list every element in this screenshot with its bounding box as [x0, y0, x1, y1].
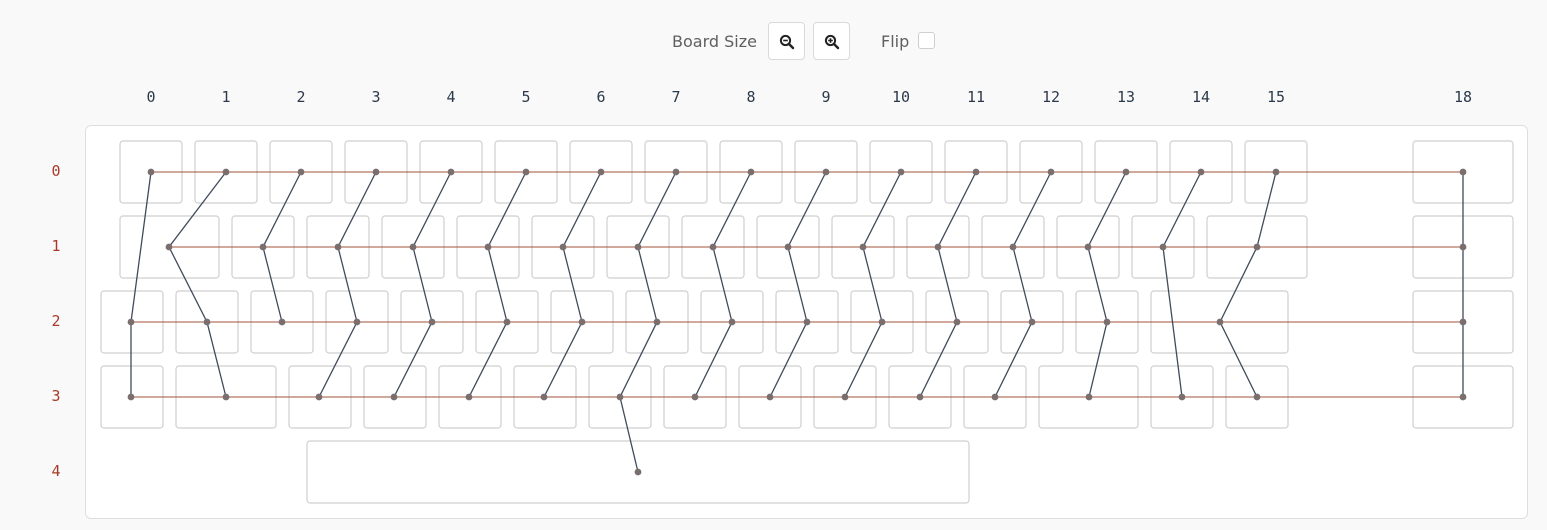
column-wire	[919, 171, 977, 398]
matrix-node	[559, 243, 567, 251]
matrix-node	[634, 468, 642, 476]
matrix-node	[728, 318, 736, 326]
matrix-node	[747, 168, 755, 176]
matrix-node	[540, 393, 548, 401]
column-wire	[1219, 171, 1277, 398]
matrix-node	[859, 243, 867, 251]
matrix-node	[784, 243, 792, 251]
column-wire	[468, 171, 527, 398]
matrix-node	[484, 243, 492, 251]
column-wire	[769, 171, 827, 398]
matrix-node	[1459, 243, 1467, 251]
matrix-node	[803, 318, 811, 326]
matrix-node	[297, 168, 305, 176]
matrix-node	[353, 318, 361, 326]
column-wire	[318, 171, 377, 398]
matrix-node	[953, 318, 961, 326]
matrix-node	[203, 318, 211, 326]
matrix-node	[503, 318, 511, 326]
column-wire	[1087, 171, 1127, 398]
matrix-node	[1103, 318, 1111, 326]
matrix-node	[465, 393, 473, 401]
column-wire	[1162, 171, 1202, 398]
matrix-node	[1159, 243, 1167, 251]
matrix-node	[1085, 393, 1093, 401]
matrix-node	[653, 318, 661, 326]
matrix-node	[147, 168, 155, 176]
matrix-node	[522, 168, 530, 176]
matrix-node	[1459, 318, 1467, 326]
matrix-node	[991, 393, 999, 401]
matrix-node	[1178, 393, 1186, 401]
matrix-node	[616, 393, 624, 401]
column-wire	[844, 171, 902, 398]
column-wire	[543, 171, 602, 398]
matrix-node	[390, 393, 398, 401]
matrix-node	[127, 318, 135, 326]
matrix-node	[691, 393, 699, 401]
column-wire	[994, 171, 1052, 398]
matrix-node	[428, 318, 436, 326]
column-wire	[694, 171, 752, 398]
matrix-node	[634, 243, 642, 251]
matrix-node	[597, 168, 605, 176]
matrix-node	[1272, 168, 1280, 176]
matrix-node	[878, 318, 886, 326]
matrix-diagram	[100, 140, 1514, 504]
matrix-node	[447, 168, 455, 176]
matrix-node	[409, 243, 417, 251]
matrix-node	[672, 168, 680, 176]
column-wire	[168, 171, 227, 398]
matrix-node	[165, 243, 173, 251]
matrix-node	[1084, 243, 1092, 251]
matrix-node	[334, 243, 342, 251]
matrix-node	[916, 393, 924, 401]
matrix-node	[222, 393, 230, 401]
matrix-node	[127, 393, 135, 401]
matrix-node	[222, 168, 230, 176]
matrix-node	[1216, 318, 1224, 326]
matrix-node	[1253, 393, 1261, 401]
matrix-node	[1197, 168, 1205, 176]
matrix-node	[841, 393, 849, 401]
matrix-node	[1047, 168, 1055, 176]
matrix-node	[934, 243, 942, 251]
matrix-node	[709, 243, 717, 251]
matrix-node	[822, 168, 830, 176]
matrix-node	[578, 318, 586, 326]
matrix-node	[278, 318, 286, 326]
column-wire	[130, 171, 152, 397]
column-wire	[393, 171, 452, 398]
matrix-node	[372, 168, 380, 176]
matrix-node	[315, 393, 323, 401]
matrix-node	[897, 168, 905, 176]
matrix-node	[1459, 168, 1467, 176]
matrix-node	[972, 168, 980, 176]
matrix-node	[1122, 168, 1130, 176]
matrix-node	[766, 393, 774, 401]
matrix-node	[1253, 243, 1261, 251]
matrix-node	[1028, 318, 1036, 326]
matrix-node	[1459, 393, 1467, 401]
matrix-node	[259, 243, 267, 251]
matrix-node	[1009, 243, 1017, 251]
